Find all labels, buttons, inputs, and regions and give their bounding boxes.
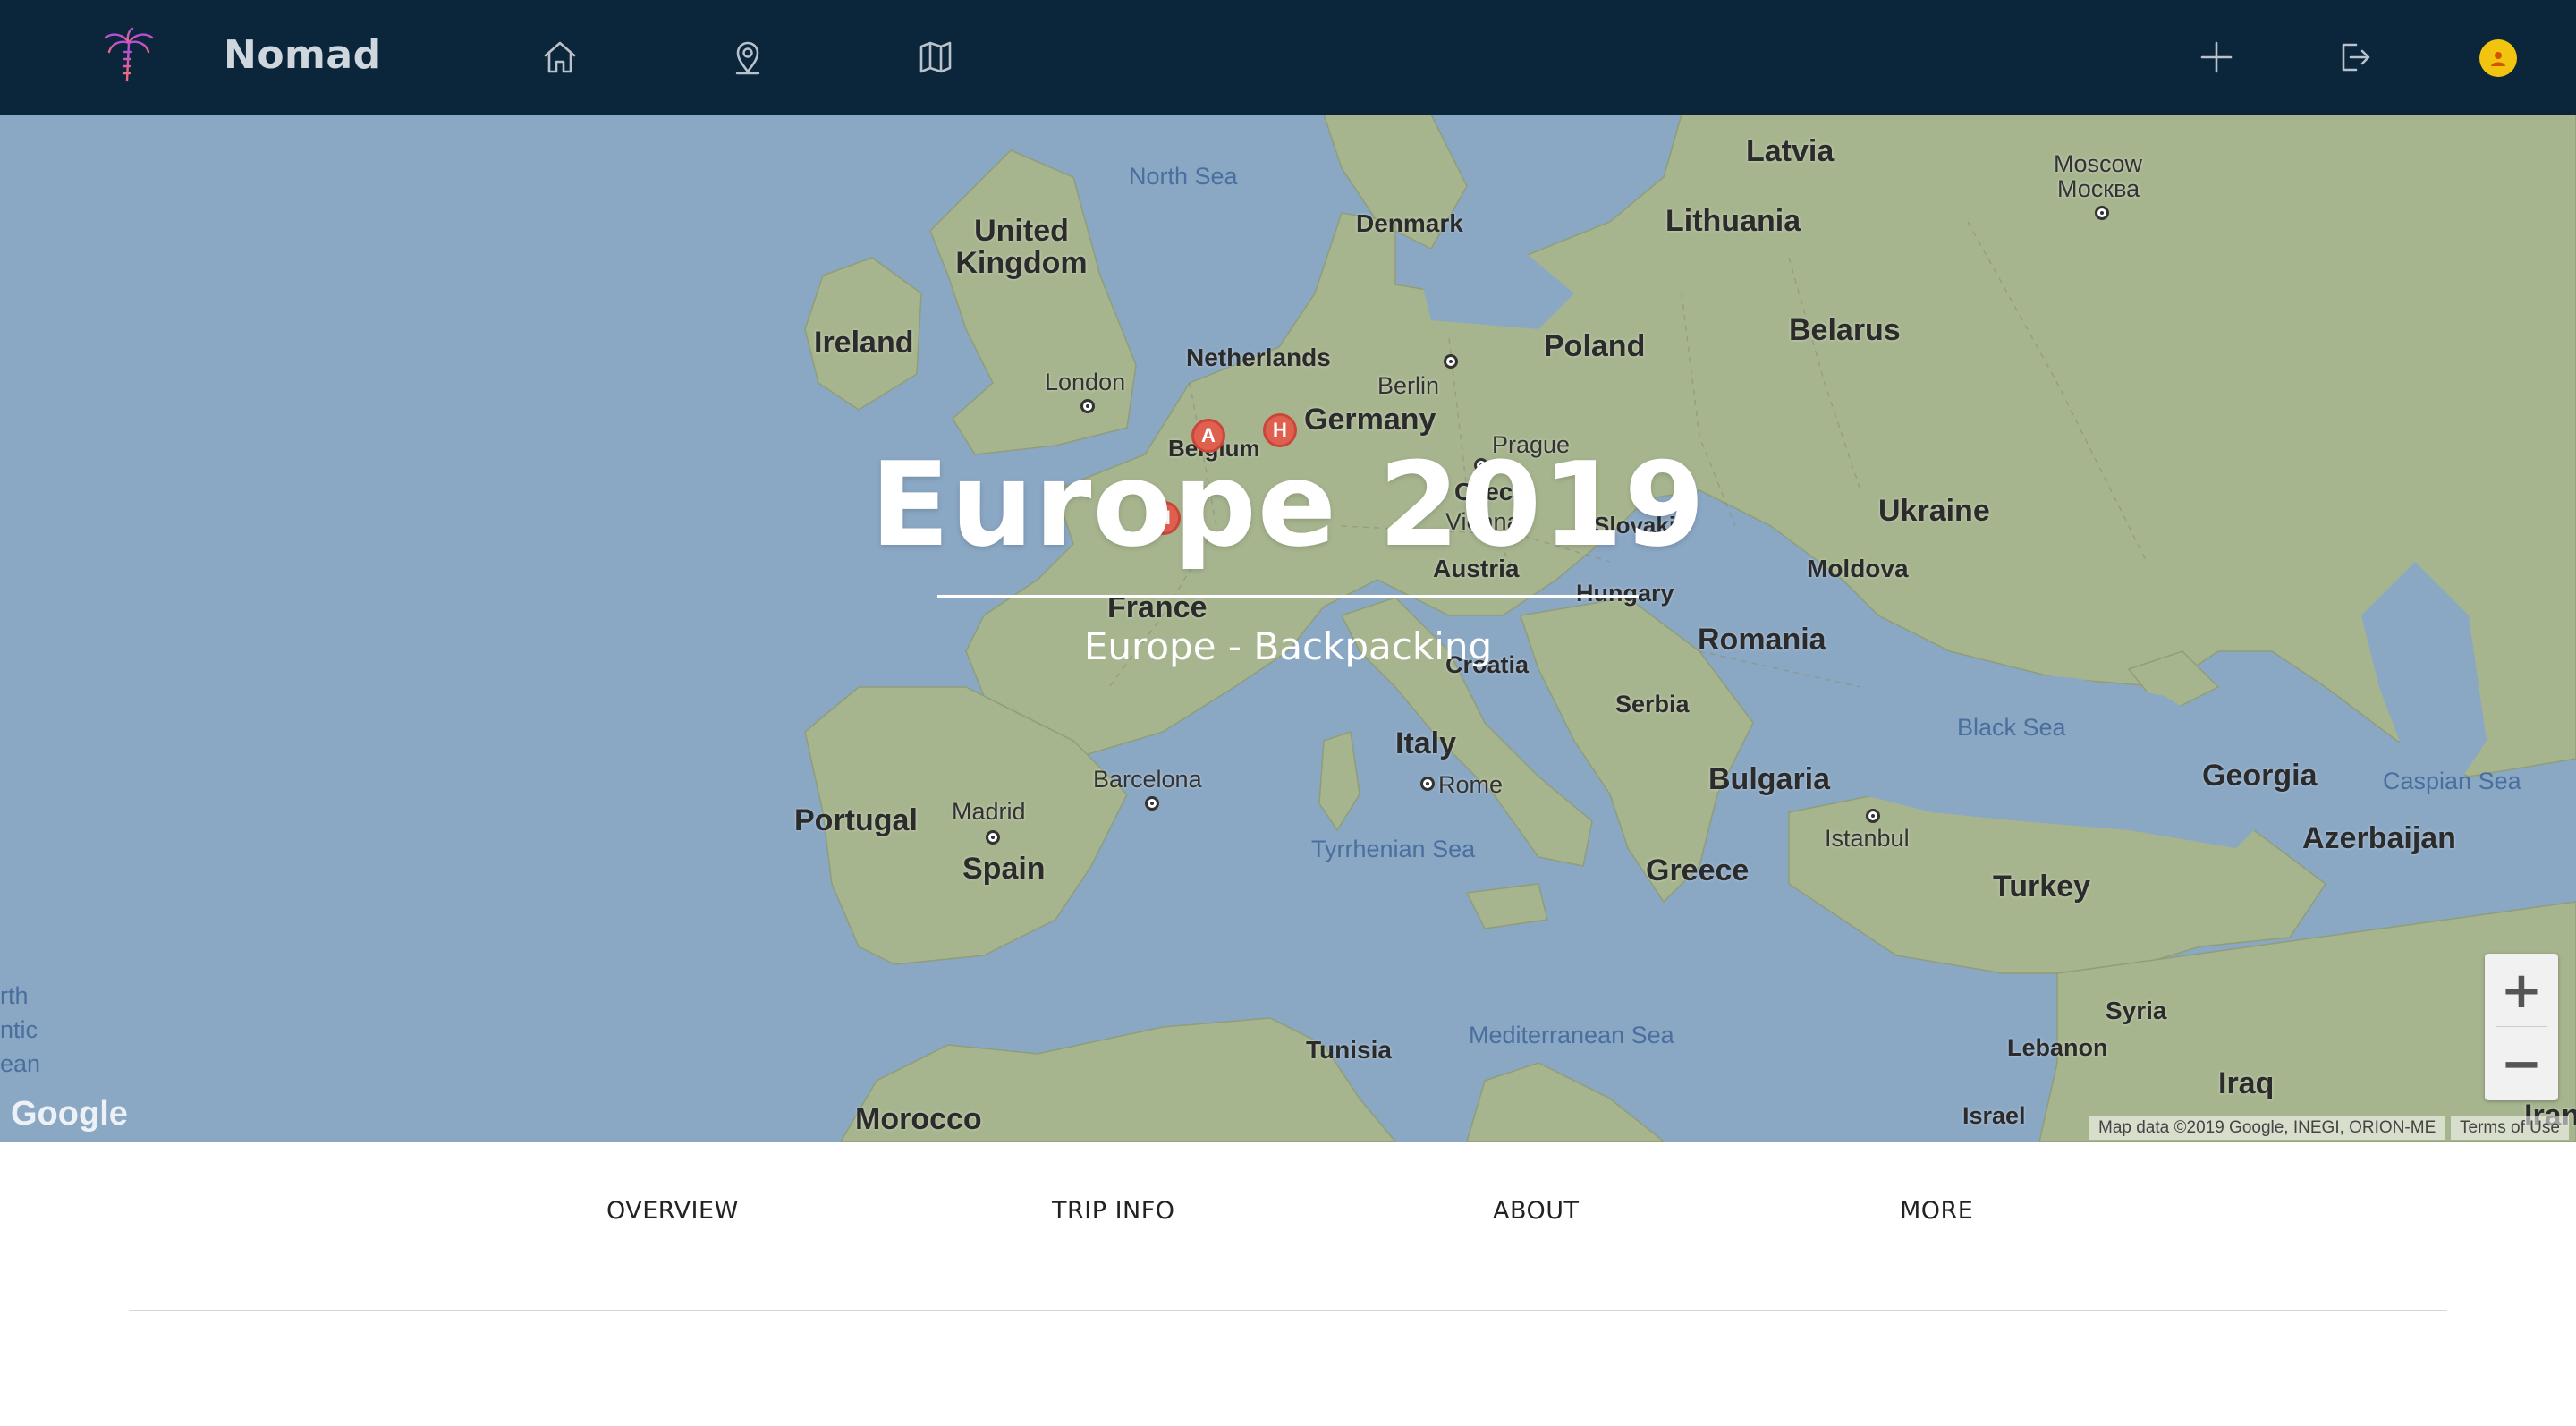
plus-icon[interactable] [2195, 36, 2238, 79]
city-label: London [1045, 369, 1126, 395]
city-label: Rome [1438, 771, 1504, 798]
city-label: Istanbul [1825, 825, 1910, 852]
city-marker [2095, 206, 2109, 220]
city-label: Moscow [2054, 150, 2143, 177]
country-label: Lithuania [1665, 204, 1801, 238]
country-label: Netherlands [1186, 344, 1331, 371]
tab-overview[interactable]: OVERVIEW [606, 1197, 739, 1225]
country-label: Israel [1962, 1102, 2026, 1129]
country-label: Italy [1395, 726, 1457, 760]
trip-subtitle: Europe - Backpacking [1083, 624, 1493, 668]
tab-trip-info[interactable]: TRIP INFO [1052, 1197, 1175, 1225]
country-label: Syria [2106, 997, 2167, 1024]
country-label: Bulgaria [1708, 762, 1831, 796]
sea-label: ean [0, 1050, 41, 1077]
sea-label: Mediterranean Sea [1469, 1022, 1674, 1048]
city-marker [1420, 777, 1435, 791]
zoom-out-button[interactable]: − [2485, 1027, 2558, 1100]
country-label: Georgia [2202, 759, 2318, 793]
map-icon[interactable] [914, 36, 957, 79]
app-brand[interactable]: Nomad [224, 32, 382, 78]
sea-label: North Sea [1129, 163, 1238, 190]
trip-tabs: OVERVIEW TRIP INFO ABOUT MORE [0, 1142, 2576, 1311]
avatar-icon[interactable] [2479, 39, 2517, 77]
country-label: Hungary [1576, 580, 1674, 607]
city-label: Barcelona [1093, 766, 1202, 793]
country-label: Serbia [1615, 691, 1690, 717]
top-navbar: Nomad [0, 0, 2576, 115]
sea-label: Black Sea [1957, 714, 2066, 741]
country-label: Tunisia [1306, 1036, 1392, 1064]
sea-label: ntic [0, 1016, 38, 1043]
country-label: Latvia [1746, 134, 1835, 168]
city-marker [1080, 399, 1095, 413]
country-label: Belarus [1789, 313, 1901, 347]
google-logo[interactable]: Google [11, 1095, 128, 1133]
country-label: Lebanon [2007, 1034, 2108, 1061]
sea-label: Caspian Sea [2383, 768, 2521, 794]
city-label: Berlin [1377, 372, 1440, 399]
zoom-in-button[interactable]: + [2485, 954, 2558, 1027]
country-label: United Kingdom [955, 214, 1088, 280]
terms-of-use-link[interactable]: Terms of Use [2451, 1116, 2569, 1140]
country-label: Portugal [794, 803, 918, 837]
country-label: Morocco [855, 1102, 982, 1136]
palm-tree-icon[interactable] [97, 25, 161, 89]
country-label: Ireland [814, 326, 914, 360]
tabs-divider [129, 1310, 2447, 1311]
map-pin-icon[interactable] [726, 36, 769, 79]
city-marker [1866, 809, 1880, 823]
trip-title: Europe 2019 [869, 437, 1707, 573]
map-attribution: Map data ©2019 Google, INEGI, ORION-ME [2089, 1116, 2445, 1140]
sea-label: rth [0, 982, 29, 1009]
city-label: Москва [2057, 175, 2140, 202]
country-label: Turkey [1993, 870, 2090, 904]
home-icon[interactable] [538, 36, 581, 79]
logout-icon[interactable] [2333, 36, 2376, 79]
country-label: Denmark [1356, 209, 1463, 237]
country-label: Greece [1646, 853, 1750, 887]
tab-about[interactable]: ABOUT [1493, 1197, 1580, 1225]
country-label: Poland [1544, 329, 1646, 363]
zoom-control: + − [2485, 954, 2558, 1100]
country-label: Germany [1304, 403, 1436, 437]
city-marker [1444, 354, 1458, 369]
trip-map[interactable]: North Sea Black Sea Caspian Sea Tyrrheni… [0, 115, 2576, 1142]
city-label: Madrid [952, 798, 1026, 825]
country-label: Spain [962, 852, 1046, 886]
title-divider [937, 595, 1639, 598]
sea-label: Tyrrhenian Sea [1311, 836, 1476, 862]
tab-more[interactable]: MORE [1900, 1197, 1973, 1225]
city-marker [986, 830, 1000, 845]
country-label: Azerbaijan [2302, 821, 2456, 855]
country-label: Iraq [2218, 1066, 2275, 1100]
city-marker [1145, 796, 1159, 811]
